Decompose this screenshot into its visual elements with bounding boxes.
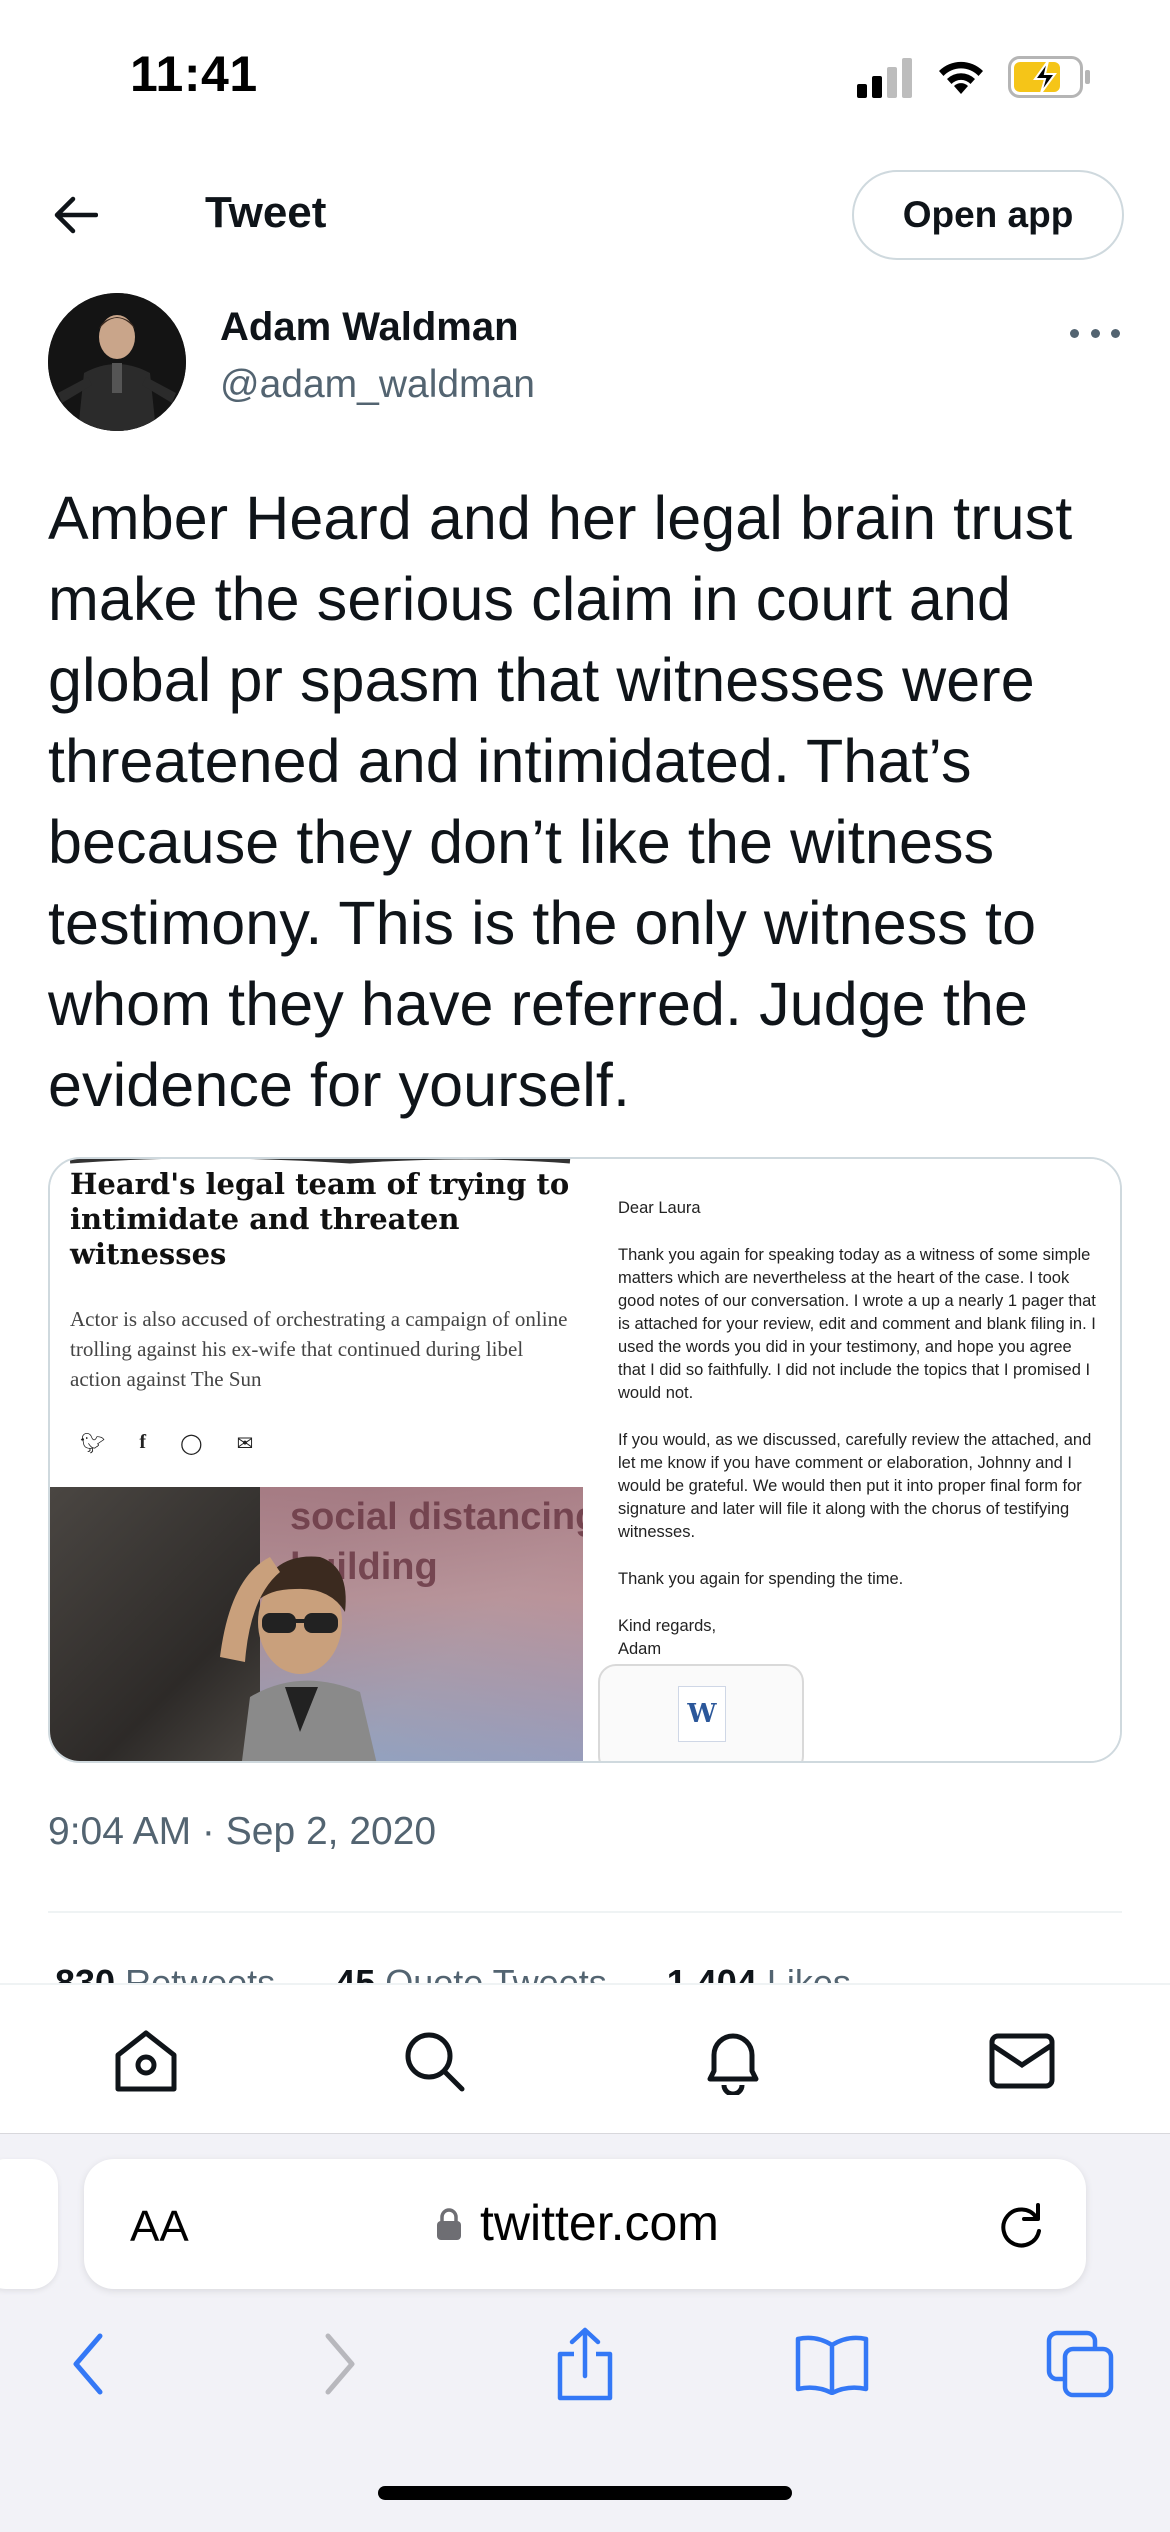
letter-paragraph: If you would, as we discussed, carefully… (618, 1431, 1092, 1541)
facebook-icon: f (139, 1431, 147, 1453)
email-icon: ✉ (236, 1431, 254, 1455)
chevron-right-icon (325, 2333, 355, 2395)
reader-text-size-button[interactable]: AA (130, 2202, 189, 2252)
article-headline: Heard's legal team of trying to intimida… (70, 1167, 570, 1271)
word-document-icon: W (678, 1686, 726, 1742)
bottom-nav (0, 1983, 1170, 2133)
tweet-header: Tweet Open app (0, 165, 1170, 265)
letter-signature: Adam (618, 1640, 662, 1658)
book-icon (795, 2335, 869, 2395)
cellular-signal-icon (857, 58, 912, 98)
article-photo: social distancing building (50, 1487, 583, 1761)
avatar-image (48, 293, 186, 431)
quotes-count: 45 (335, 1962, 376, 1984)
tabs-icon (1046, 2330, 1114, 2398)
bell-icon (707, 2033, 759, 2095)
wifi-icon (939, 61, 983, 94)
nav-messages-button[interactable] (986, 2025, 1058, 2097)
mail-icon (989, 2033, 1055, 2089)
article-screenshot: Heard's legal team of trying to intimida… (50, 1159, 586, 1761)
chevron-left-icon (73, 2333, 103, 2395)
retweets-count: 830 (55, 1962, 116, 1984)
more-dot (1111, 328, 1120, 338)
search-icon (405, 2032, 465, 2092)
status-bar: 11:41 (0, 0, 1170, 150)
url-text[interactable]: twitter.com (480, 2194, 719, 2252)
tabs-button[interactable] (1040, 2324, 1120, 2404)
nav-home-button[interactable] (110, 2025, 182, 2097)
open-app-button[interactable]: Open app (852, 170, 1124, 260)
arrow-left-icon (54, 196, 98, 234)
article-cut-line (50, 1159, 586, 1165)
letter-paragraph: Thank you again for speaking today as a … (618, 1246, 1096, 1402)
home-indicator[interactable] (378, 2486, 792, 2500)
browser-toolbar: AA twitter.com (0, 2133, 1170, 2532)
email-letter-screenshot: Dear Laura Thank you again for speaking … (590, 1159, 1120, 1761)
letter-greeting: Dear Laura (618, 1199, 701, 1217)
letter-closing: Kind regards, (618, 1617, 717, 1635)
more-options-button[interactable] (1070, 318, 1120, 348)
share-button[interactable] (545, 2324, 625, 2404)
letter-paragraph: Thank you again for spending the time. (618, 1570, 904, 1588)
twitter-bird-icon: 🐦︎ (80, 1431, 106, 1455)
author-handle[interactable]: @adam_waldman (220, 363, 535, 407)
reload-icon[interactable] (994, 2199, 1048, 2253)
more-dot (1090, 328, 1100, 338)
retweets-label: Retweets (125, 1962, 276, 1984)
likes-label: Likes (766, 1962, 851, 1984)
lock-icon (437, 2208, 461, 2240)
likes-count: 1,404 (666, 1962, 757, 1984)
tweet-timestamp[interactable]: 9:04 AM · Sep 2, 2020 (48, 1810, 436, 1854)
status-time: 11:41 (130, 46, 258, 102)
browser-forward-button[interactable] (300, 2324, 380, 2404)
nav-search-button[interactable] (398, 2025, 470, 2097)
whatsapp-icon: ◯ (180, 1431, 203, 1455)
home-icon (115, 2030, 177, 2092)
share-icon (557, 2327, 613, 2401)
divider (48, 1911, 1122, 1913)
address-bar[interactable]: AA twitter.com (84, 2159, 1086, 2289)
tweet-text: Amber Heard and her legal brain trust ma… (48, 484, 1073, 1119)
person-photo-icon (220, 1556, 377, 1761)
back-button[interactable] (40, 190, 110, 240)
battery-charging-icon (1008, 56, 1090, 98)
article-share-row: 🐦︎ f ◯ ✉ (80, 1431, 253, 1455)
page-title: Tweet (205, 188, 327, 237)
tweet-stats[interactable]: 830 Retweets 45 Quote Tweets 1,404 Likes (55, 1962, 851, 1984)
more-dot (1070, 328, 1079, 338)
article-subhead: Actor is also accused of orchestrating a… (70, 1307, 568, 1391)
previous-tab-preview[interactable] (0, 2159, 58, 2289)
tweet-media[interactable]: Heard's legal team of trying to intimida… (48, 1157, 1122, 1763)
quotes-label: Quote Tweets (385, 1962, 607, 1984)
author-name[interactable]: Adam Waldman (220, 305, 519, 350)
bookmarks-button[interactable] (792, 2324, 872, 2404)
attachment-card: W (598, 1664, 804, 1761)
nav-notifications-button[interactable] (697, 2025, 769, 2097)
avatar[interactable] (48, 293, 186, 431)
browser-back-button[interactable] (48, 2324, 128, 2404)
